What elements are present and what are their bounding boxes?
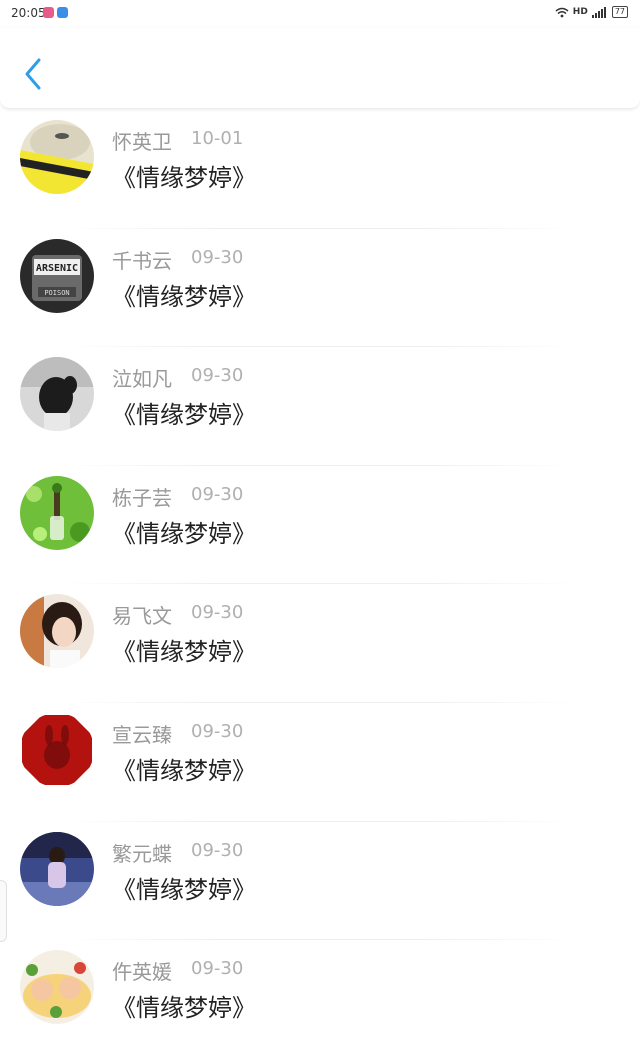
list-item[interactable]: ARSENIC POISON 千书云 09-30 《情缘梦婷》 [0, 229, 640, 348]
list-item[interactable]: 怀英卫 10-01 《情缘梦婷》 [0, 110, 640, 229]
status-time: 20:05 [11, 6, 46, 20]
chevron-left-icon [25, 58, 41, 90]
avatar [20, 950, 94, 1025]
status-bar: 20:05 HD 77 [0, 0, 640, 28]
hd-label: HD [572, 7, 588, 17]
sender-name: 怀英卫 [112, 130, 172, 154]
wifi-icon [555, 7, 569, 17]
message-date: 09-30 [191, 839, 244, 861]
list-item[interactable]: 宣云臻 09-30 《情缘梦婷》 [0, 703, 640, 822]
avatar [20, 475, 94, 550]
avatar [20, 594, 94, 669]
status-indicators: HD 77 [555, 6, 628, 18]
message-date: 09-30 [191, 958, 244, 980]
back-button[interactable] [18, 56, 48, 92]
sender-name: 繁元蝶 [112, 841, 172, 866]
message-date: 10-01 [191, 128, 244, 149]
book-title: 《情缘梦婷》 [112, 401, 256, 430]
avatar: ARSENIC POISON [20, 238, 94, 313]
sender-name: 栋子芸 [112, 485, 172, 510]
book-title: 《情缘梦婷》 [112, 875, 256, 904]
nav-bar [0, 28, 640, 109]
message-date: 09-30 [191, 483, 244, 505]
avatar [20, 120, 94, 194]
sender-name: 千书云 [112, 248, 172, 273]
book-title: 《情缘梦婷》 [112, 994, 256, 1023]
battery-icon: 77 [611, 6, 628, 18]
notification-app-icon [57, 7, 68, 18]
list-item[interactable]: 仵英媛 09-30 《情缘梦婷》 [0, 940, 640, 1059]
notification-app-icon [43, 7, 54, 18]
list-item[interactable]: 易飞文 09-30 《情缘梦婷》 [0, 584, 640, 703]
sender-name: 宣云臻 [112, 722, 172, 747]
message-list: 怀英卫 10-01 《情缘梦婷》 ARSENIC POISON 千书云 09-3… [0, 110, 640, 1059]
edge-handle[interactable] [0, 880, 7, 942]
list-item[interactable]: 繁元蝶 09-30 《情缘梦婷》 [0, 822, 640, 941]
avatar [20, 831, 94, 906]
message-date: 09-30 [191, 365, 244, 387]
book-title: 《情缘梦婷》 [112, 164, 256, 192]
book-title: 《情缘梦婷》 [112, 282, 256, 311]
avatar-label-bottom: POISON [44, 289, 69, 297]
sender-name: 易飞文 [112, 604, 172, 629]
list-item[interactable]: 泣如凡 09-30 《情缘梦婷》 [0, 347, 640, 466]
avatar [20, 357, 94, 432]
sender-name: 泣如凡 [112, 367, 172, 392]
book-title: 《情缘梦婷》 [112, 519, 256, 548]
book-title: 《情缘梦婷》 [112, 756, 256, 785]
signal-icon [591, 6, 606, 18]
avatar [20, 712, 94, 787]
message-date: 09-30 [191, 720, 244, 742]
book-title: 《情缘梦婷》 [112, 638, 256, 667]
sender-name: 仵英媛 [112, 960, 172, 985]
list-item[interactable]: 栋子芸 09-30 《情缘梦婷》 [0, 466, 640, 585]
message-date: 09-30 [191, 602, 244, 624]
message-date: 09-30 [191, 246, 244, 268]
avatar-label-top: ARSENIC [36, 263, 78, 274]
